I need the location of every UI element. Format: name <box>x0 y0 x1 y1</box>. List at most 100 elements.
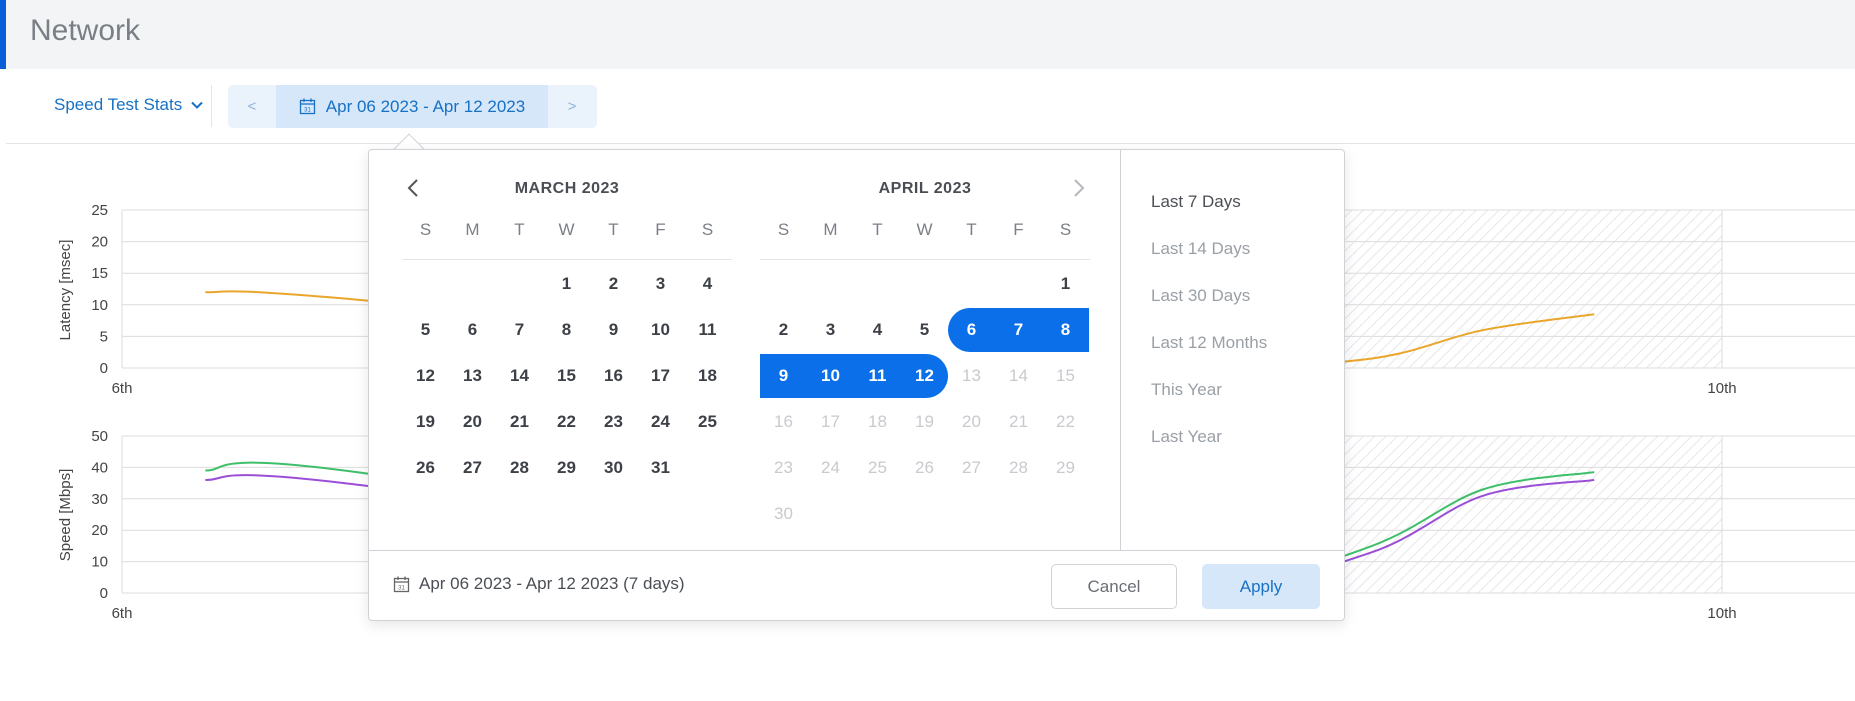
april-day-4[interactable]: 4 <box>854 308 901 352</box>
weekday-label: T <box>514 220 525 239</box>
march-day-6[interactable]: 6 <box>449 308 496 352</box>
march-day-19[interactable]: 19 <box>402 400 449 444</box>
latency-xtick-label: 6th <box>112 380 133 397</box>
april-day-17[interactable]: 17 <box>807 400 854 444</box>
april-day-18[interactable]: 18 <box>854 400 901 444</box>
april-day-8[interactable]: 8 <box>1042 308 1089 352</box>
march-day-4[interactable]: 4 <box>684 262 731 306</box>
latency-ytick-label: 25 <box>91 202 108 219</box>
weekday-label: F <box>1013 220 1024 239</box>
april-day-24[interactable]: 24 <box>807 446 854 490</box>
weekday-label: T <box>608 220 619 239</box>
footer-range-label: Apr 06 2023 - Apr 12 2023 (7 days) <box>419 574 685 593</box>
april-day-9[interactable]: 9 <box>760 354 807 398</box>
march-day-20[interactable]: 20 <box>449 400 496 444</box>
april-day-30[interactable]: 30 <box>760 492 807 536</box>
march-day-28[interactable]: 28 <box>496 446 543 490</box>
preset-last-12-months[interactable]: Last 12 Months <box>1151 333 1267 353</box>
april-day-7[interactable]: 7 <box>995 308 1042 352</box>
march-day-24[interactable]: 24 <box>637 400 684 444</box>
april-day-13[interactable]: 13 <box>948 354 995 398</box>
april-day-23[interactable]: 23 <box>760 446 807 490</box>
march-day-12[interactable]: 12 <box>402 354 449 398</box>
march-day-7[interactable]: 7 <box>496 308 543 352</box>
preset-this-year[interactable]: This Year <box>1151 380 1222 400</box>
march-day-31[interactable]: 31 <box>637 446 684 490</box>
latency-ytick-label: 10 <box>91 297 108 314</box>
april-day-15[interactable]: 15 <box>1042 354 1089 398</box>
march-day-3[interactable]: 3 <box>637 262 684 306</box>
chevron-right-icon <box>1074 179 1085 197</box>
march-day-16[interactable]: 16 <box>590 354 637 398</box>
march-day-27[interactable]: 27 <box>449 446 496 490</box>
april-day-27[interactable]: 27 <box>948 446 995 490</box>
march-day-23[interactable]: 23 <box>590 400 637 444</box>
march-day-29[interactable]: 29 <box>543 446 590 490</box>
march-day-9[interactable]: 9 <box>590 308 637 352</box>
cancel-button[interactable]: Cancel <box>1051 564 1177 609</box>
footer-range: 31 Apr 06 2023 - Apr 12 2023 (7 days) <box>393 574 685 594</box>
april-day-21[interactable]: 21 <box>995 400 1042 444</box>
march-day-17[interactable]: 17 <box>637 354 684 398</box>
weekday-label: S <box>1059 220 1072 239</box>
march-day-13[interactable]: 13 <box>449 354 496 398</box>
march-day-5[interactable]: 5 <box>402 308 449 352</box>
april-day-28[interactable]: 28 <box>995 446 1042 490</box>
march-day-1[interactable]: 1 <box>543 262 590 306</box>
april-day-12[interactable]: 12 <box>901 354 948 398</box>
calendar-icon: 31 <box>393 576 410 592</box>
preset-last-7-days[interactable]: Last 7 Days <box>1151 192 1241 212</box>
weekday-label: S <box>777 220 790 239</box>
speed-axis-title: Speed [Mbps] <box>57 469 74 562</box>
weekday-label: M <box>823 220 838 239</box>
speed-ytick-label: 20 <box>91 522 108 539</box>
march-day-26[interactable]: 26 <box>402 446 449 490</box>
april-day-11[interactable]: 11 <box>854 354 901 398</box>
latency-xtick-label: 10th <box>1707 380 1736 397</box>
april-day-1[interactable]: 1 <box>1042 262 1089 306</box>
march-day-21[interactable]: 21 <box>496 400 543 444</box>
april-day-6[interactable]: 6 <box>948 308 995 352</box>
april-day-20[interactable]: 20 <box>948 400 995 444</box>
preset-last-30-days[interactable]: Last 30 Days <box>1151 286 1250 306</box>
april-day-10[interactable]: 10 <box>807 354 854 398</box>
april-day-22[interactable]: 22 <box>1042 400 1089 444</box>
latency-axis-title: Latency [msec] <box>57 240 74 341</box>
march-day-14[interactable]: 14 <box>496 354 543 398</box>
april-day-2[interactable]: 2 <box>760 308 807 352</box>
march-day-18[interactable]: 18 <box>684 354 731 398</box>
march-day-11[interactable]: 11 <box>684 308 731 352</box>
april-day-16[interactable]: 16 <box>760 400 807 444</box>
speed-ytick-label: 40 <box>91 459 108 476</box>
app: Network Speed Test Stats < 31 Apr 06 202… <box>0 0 1855 701</box>
next-month-button[interactable] <box>1066 176 1090 200</box>
weekday-label: F <box>655 220 666 239</box>
april-day-25[interactable]: 25 <box>854 446 901 490</box>
april-day-26[interactable]: 26 <box>901 446 948 490</box>
march-day-8[interactable]: 8 <box>543 308 590 352</box>
april-day-29[interactable]: 29 <box>1042 446 1089 490</box>
march-day-2[interactable]: 2 <box>590 262 637 306</box>
preset-last-14-days[interactable]: Last 14 Days <box>1151 239 1250 259</box>
march-day-25[interactable]: 25 <box>684 400 731 444</box>
march-day-30[interactable]: 30 <box>590 446 637 490</box>
april-day-5[interactable]: 5 <box>901 308 948 352</box>
weekday-label: M <box>465 220 480 239</box>
weekday-label: W <box>916 220 933 239</box>
april-day-3[interactable]: 3 <box>807 308 854 352</box>
weekday-label: W <box>558 220 575 239</box>
weekday-label: T <box>966 220 977 239</box>
april-day-19[interactable]: 19 <box>901 400 948 444</box>
april-day-14[interactable]: 14 <box>995 354 1042 398</box>
weekday-label: T <box>872 220 883 239</box>
speed-xtick-label: 10th <box>1707 605 1736 622</box>
march-day-22[interactable]: 22 <box>543 400 590 444</box>
preset-last-year[interactable]: Last Year <box>1151 427 1222 447</box>
apply-button[interactable]: Apply <box>1202 564 1320 609</box>
latency-ytick-label: 0 <box>100 360 108 377</box>
weekday-header-march: SMTWTFS <box>402 220 732 260</box>
month-title-march: MARCH 2023 <box>514 180 620 197</box>
march-day-15[interactable]: 15 <box>543 354 590 398</box>
march-day-10[interactable]: 10 <box>637 308 684 352</box>
month-title-april: APRIL 2023 <box>878 180 972 197</box>
